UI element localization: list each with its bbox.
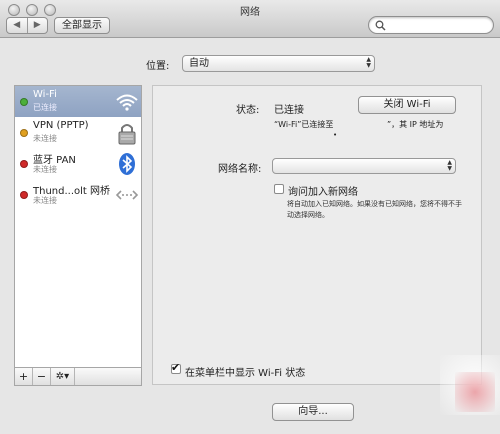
location-label: 位置:	[146, 61, 170, 72]
service-name: VPN (PPTP)	[33, 120, 89, 131]
network-name-label: 网络名称:	[218, 164, 262, 175]
sidebar-toolbar: + − ✲▾	[14, 368, 142, 386]
assistant-button[interactable]: 向导...	[272, 403, 354, 421]
color-glare	[455, 372, 495, 412]
service-status: 未连接	[33, 134, 57, 143]
forward-button[interactable]: ▶	[26, 18, 48, 33]
search-icon	[375, 20, 386, 31]
service-name: Wi-Fi	[33, 89, 57, 100]
detail-panel	[152, 85, 482, 385]
service-list[interactable]: Wi-Fi 已连接 VPN (PPTP) 未连接 蓝牙 PAN 未连接 Thun…	[14, 85, 142, 368]
service-status: 未连接	[33, 196, 57, 205]
updown-icon: ▲ ▼	[366, 56, 371, 69]
status-value: 已连接	[274, 105, 304, 116]
updown-icon: ▲ ▼	[447, 159, 452, 172]
status-dot-green	[20, 98, 28, 106]
show-in-menu-label[interactable]: 在菜单栏中显示 Wi-Fi 状态	[185, 364, 305, 379]
bridge-icon	[115, 190, 139, 200]
service-item-thunderbolt-bridge[interactable]: Thund...olt 网桥 未连接	[15, 179, 141, 210]
remove-service-button[interactable]: −	[33, 368, 51, 385]
location-value: 自动	[189, 58, 209, 69]
lock-icon	[118, 124, 136, 145]
checkmark-icon: ✔	[171, 361, 181, 374]
status-dot-red	[20, 160, 28, 168]
ip-description: ”，其 IP 地址为	[387, 120, 444, 129]
back-button[interactable]: ◀	[7, 18, 27, 33]
ask-join-checkbox[interactable]	[274, 184, 284, 194]
search-input[interactable]	[368, 16, 494, 34]
show-all-button[interactable]: 全部显示	[54, 17, 110, 34]
location-select[interactable]: 自动 ▲ ▼	[182, 55, 375, 72]
service-status: 已连接	[33, 103, 57, 112]
add-service-button[interactable]: +	[15, 368, 33, 385]
turn-off-wifi-button[interactable]: 关闭 Wi-Fi	[358, 96, 456, 114]
service-item-wifi[interactable]: Wi-Fi 已连接	[15, 86, 141, 117]
gear-menu-button[interactable]: ✲▾	[51, 368, 75, 385]
bullet-dot: •	[333, 131, 338, 139]
wifi-icon	[116, 94, 138, 111]
service-item-vpn[interactable]: VPN (PPTP) 未连接	[15, 117, 141, 148]
title-bar: 网络 ◀ ▶ 全部显示	[0, 0, 500, 38]
service-status: 未连接	[33, 165, 57, 174]
status-dot-yellow	[20, 129, 28, 137]
ask-join-description: 将自动加入已知网络。如果没有已知网络，您将不得不手动选择网络。	[287, 200, 462, 219]
connection-description: “Wi-Fi”已连接至	[274, 120, 334, 129]
network-name-select[interactable]: ▲ ▼	[272, 158, 456, 174]
bluetooth-icon	[119, 153, 135, 175]
service-item-bluetooth-pan[interactable]: 蓝牙 PAN 未连接	[15, 148, 141, 179]
nav-buttons: ◀ ▶	[6, 17, 48, 34]
status-dot-red	[20, 191, 28, 199]
status-label: 状态:	[236, 105, 260, 116]
ask-join-label[interactable]: 询问加入新网络	[288, 183, 358, 198]
